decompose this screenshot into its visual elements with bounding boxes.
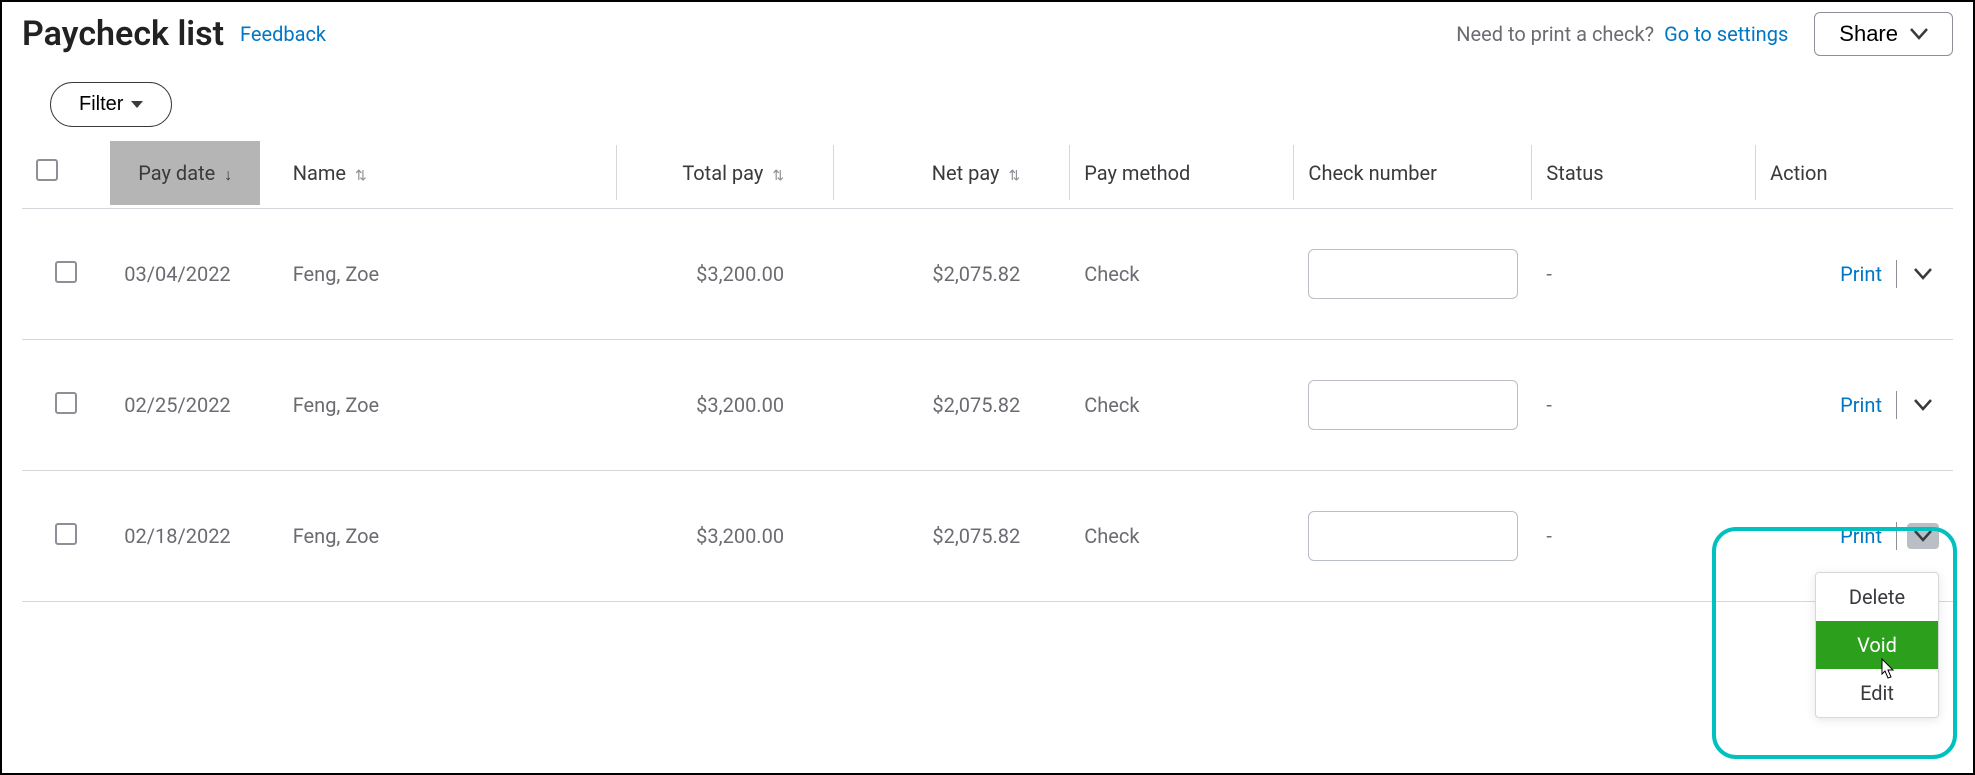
chevron-down-icon bbox=[1913, 398, 1933, 412]
sort-icon: ⇅ bbox=[1009, 168, 1021, 184]
cell-paymethod: Check bbox=[1070, 340, 1294, 471]
cell-paymethod: Check bbox=[1070, 471, 1294, 602]
col-checknum-label: Check number bbox=[1308, 161, 1436, 185]
col-status: Status bbox=[1532, 137, 1756, 209]
page-title: Paycheck list bbox=[22, 14, 224, 54]
cell-action: Print Delete Void Edit bbox=[1756, 471, 1953, 602]
col-action-label: Action bbox=[1770, 161, 1827, 185]
dropdown-item-void[interactable]: Void bbox=[1816, 621, 1938, 669]
sort-desc-icon: ↓ bbox=[224, 165, 232, 184]
print-link[interactable]: Print bbox=[1840, 262, 1896, 286]
table-row: 02/25/2022 Feng, Zoe $3,200.00 $2,075.82… bbox=[22, 340, 1953, 471]
cell-totalpay: $3,200.00 bbox=[617, 340, 834, 471]
cell-action: Print bbox=[1756, 209, 1953, 340]
action-dropdown-toggle[interactable] bbox=[1907, 261, 1939, 287]
paycheck-table: Pay date ↓ Name ⇅ Total pay ⇅ Net pay ⇅ … bbox=[22, 137, 1953, 602]
cell-totalpay: $3,200.00 bbox=[617, 471, 834, 602]
table-row: 02/18/2022 Feng, Zoe $3,200.00 $2,075.82… bbox=[22, 471, 1953, 602]
dropdown-item-edit[interactable]: Edit bbox=[1816, 669, 1938, 717]
action-divider bbox=[1896, 391, 1897, 419]
cell-checknum bbox=[1294, 209, 1532, 340]
cell-paydate: 02/25/2022 bbox=[110, 340, 278, 471]
select-all-checkbox[interactable] bbox=[36, 159, 58, 181]
cell-status: - bbox=[1532, 209, 1756, 340]
cell-netpay: $2,075.82 bbox=[834, 340, 1070, 471]
cell-paydate: 03/04/2022 bbox=[110, 209, 278, 340]
share-button[interactable]: Share bbox=[1814, 12, 1953, 56]
col-paydate[interactable]: Pay date ↓ bbox=[110, 137, 278, 209]
row-checkbox[interactable] bbox=[55, 392, 77, 414]
print-link[interactable]: Print bbox=[1840, 524, 1896, 548]
col-name-label: Name bbox=[293, 161, 346, 185]
action-dropdown-menu: Delete Void Edit bbox=[1815, 572, 1939, 718]
row-checkbox[interactable] bbox=[55, 261, 77, 283]
col-totalpay-label: Total pay bbox=[682, 161, 763, 185]
print-link[interactable]: Print bbox=[1840, 393, 1896, 417]
cell-status: - bbox=[1532, 471, 1756, 602]
cell-action: Print bbox=[1756, 340, 1953, 471]
cell-name: Feng, Zoe bbox=[279, 340, 617, 471]
check-number-input[interactable] bbox=[1308, 511, 1518, 561]
caret-down-icon bbox=[131, 101, 143, 109]
chevron-down-icon bbox=[1910, 28, 1928, 40]
cell-netpay: $2,075.82 bbox=[834, 209, 1070, 340]
filter-button[interactable]: Filter bbox=[50, 82, 172, 127]
cell-paymethod: Check bbox=[1070, 209, 1294, 340]
filter-label: Filter bbox=[79, 93, 123, 116]
print-check-prompt: Need to print a check? bbox=[1456, 22, 1654, 46]
cell-name: Feng, Zoe bbox=[279, 471, 617, 602]
action-dropdown-toggle[interactable] bbox=[1907, 523, 1939, 549]
col-totalpay[interactable]: Total pay ⇅ bbox=[617, 137, 834, 209]
chevron-down-icon bbox=[1913, 267, 1933, 281]
col-status-label: Status bbox=[1546, 161, 1603, 185]
row-checkbox[interactable] bbox=[55, 523, 77, 545]
header-right: Need to print a check? Go to settings Sh… bbox=[1456, 12, 1953, 56]
col-netpay[interactable]: Net pay ⇅ bbox=[834, 137, 1070, 209]
col-paymethod-label: Pay method bbox=[1084, 161, 1190, 185]
cell-name: Feng, Zoe bbox=[279, 209, 617, 340]
check-number-input[interactable] bbox=[1308, 249, 1518, 299]
col-netpay-label: Net pay bbox=[932, 161, 1000, 185]
action-divider bbox=[1896, 260, 1897, 288]
go-to-settings-link[interactable]: Go to settings bbox=[1664, 22, 1788, 46]
action-divider bbox=[1896, 522, 1897, 550]
col-checknum: Check number bbox=[1294, 137, 1532, 209]
dropdown-item-delete[interactable]: Delete bbox=[1816, 573, 1938, 621]
col-action: Action bbox=[1756, 137, 1953, 209]
table-row: 03/04/2022 Feng, Zoe $3,200.00 $2,075.82… bbox=[22, 209, 1953, 340]
col-name[interactable]: Name ⇅ bbox=[279, 137, 617, 209]
check-number-input[interactable] bbox=[1308, 380, 1518, 430]
col-select-all bbox=[22, 137, 110, 209]
col-paymethod: Pay method bbox=[1070, 137, 1294, 209]
cell-paydate: 02/18/2022 bbox=[110, 471, 278, 602]
cell-status: - bbox=[1532, 340, 1756, 471]
share-label: Share bbox=[1839, 21, 1898, 47]
page-header: Paycheck list Feedback Need to print a c… bbox=[2, 2, 1973, 66]
cell-checknum bbox=[1294, 471, 1532, 602]
col-paydate-label: Pay date bbox=[138, 161, 215, 185]
cell-checknum bbox=[1294, 340, 1532, 471]
cell-netpay: $2,075.82 bbox=[834, 471, 1070, 602]
chevron-down-icon bbox=[1913, 529, 1933, 543]
filter-bar: Filter bbox=[2, 66, 1973, 137]
sort-icon: ⇅ bbox=[355, 168, 367, 184]
feedback-link[interactable]: Feedback bbox=[240, 22, 326, 46]
sort-icon: ⇅ bbox=[772, 168, 784, 184]
action-dropdown-toggle[interactable] bbox=[1907, 392, 1939, 418]
table-header-row: Pay date ↓ Name ⇅ Total pay ⇅ Net pay ⇅ … bbox=[22, 137, 1953, 209]
cell-totalpay: $3,200.00 bbox=[617, 209, 834, 340]
